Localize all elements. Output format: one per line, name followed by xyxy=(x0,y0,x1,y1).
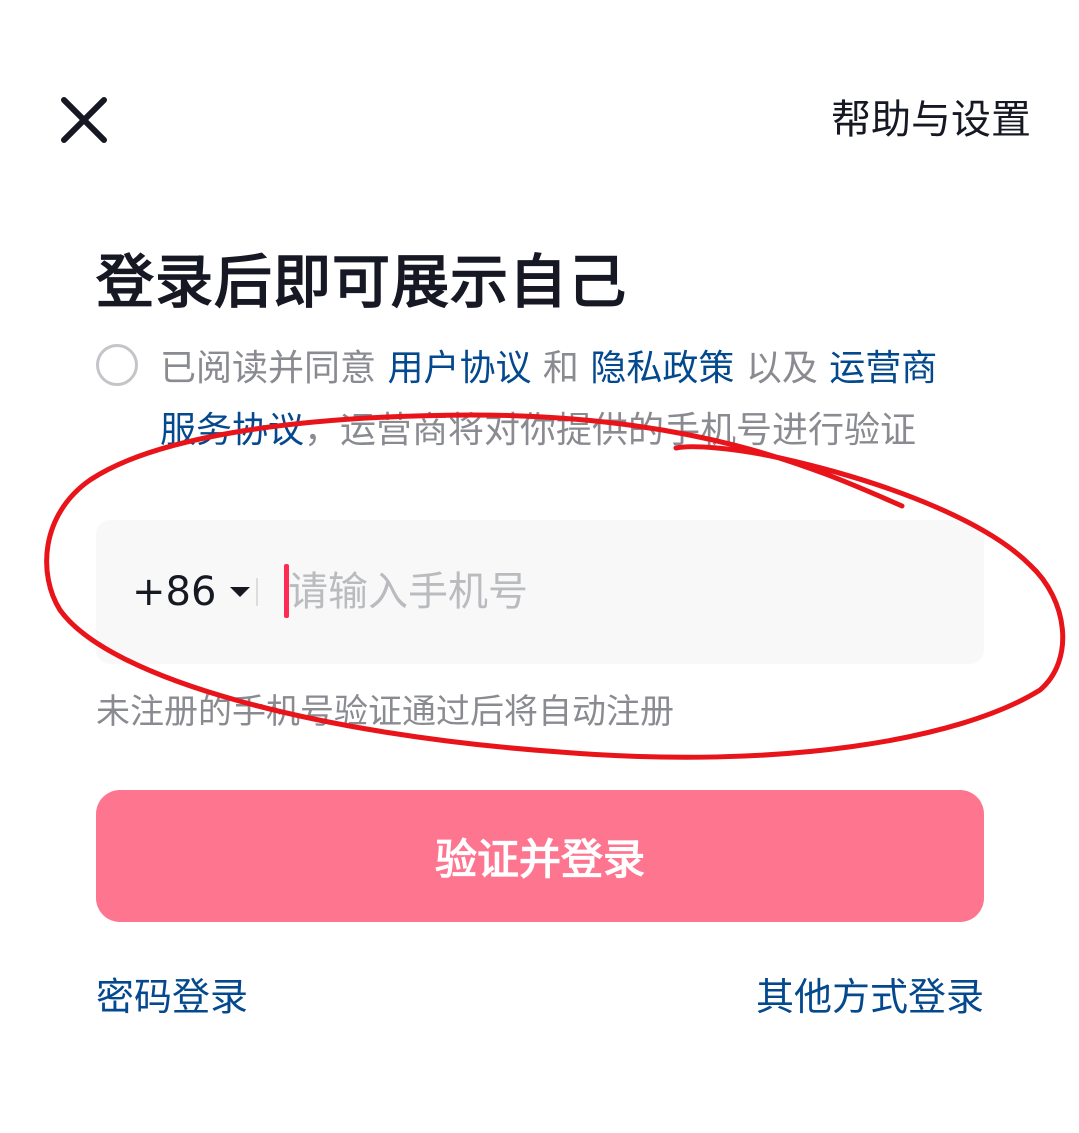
agreement-radio[interactable] xyxy=(96,344,138,386)
text-cursor xyxy=(284,564,289,618)
agreement-suffix: ，运营商将对你提供的手机号进行验证 xyxy=(304,410,917,451)
agreement-and: 和 xyxy=(531,348,591,389)
user-agreement-link[interactable]: 用户协议 xyxy=(387,348,531,389)
page-title: 登录后即可展示自己 xyxy=(96,248,628,316)
phone-input-container: +86 xyxy=(96,520,984,664)
auto-register-hint: 未注册的手机号验证通过后将自动注册 xyxy=(96,692,674,732)
agreement-prefix: 已阅读并同意 xyxy=(160,348,388,389)
agreement-text: 已阅读并同意 用户协议 和 隐私政策 以及 运营商服务协议，运营商将对你提供的手… xyxy=(160,338,950,462)
country-code-selector[interactable]: +86 xyxy=(132,566,251,618)
close-icon xyxy=(61,97,107,143)
privacy-policy-link[interactable]: 隐私政策 xyxy=(590,348,734,389)
agreement-also: 以及 xyxy=(734,348,830,389)
country-code-text: +86 xyxy=(132,569,217,615)
other-login-link[interactable]: 其他方式登录 xyxy=(756,972,984,1022)
phone-number-input[interactable] xyxy=(284,560,948,624)
caret-down-icon xyxy=(230,587,251,597)
help-settings-link[interactable]: 帮助与设置 xyxy=(831,96,1031,144)
close-button[interactable] xyxy=(58,94,110,146)
password-login-link[interactable]: 密码登录 xyxy=(96,972,248,1022)
divider xyxy=(256,578,258,606)
verify-login-button[interactable]: 验证并登录 xyxy=(96,790,984,922)
